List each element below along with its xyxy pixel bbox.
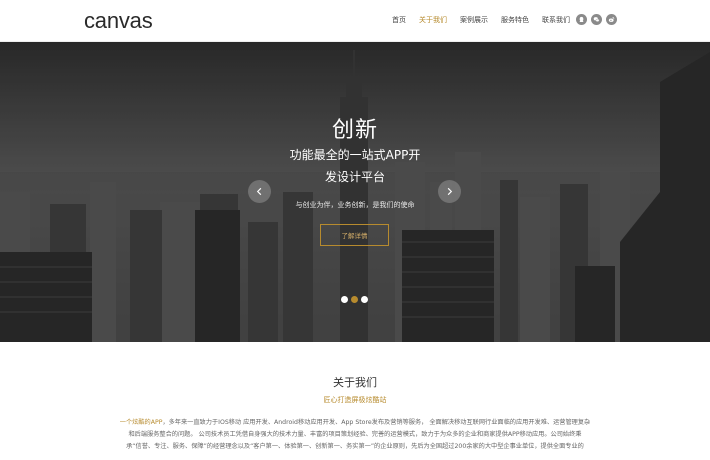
hero-content: 创新 功能最全的一站式APP开 发设计平台 与创业为伴，业务创新，是我们的使命 …	[0, 42, 710, 342]
nav-item-home[interactable]: 首页	[392, 14, 406, 26]
slide-dot-2[interactable]	[351, 296, 358, 303]
next-slide-button[interactable]	[438, 180, 461, 203]
nav-item-contact[interactable]: 联系我们	[542, 14, 570, 26]
about-section: 关于我们 匠心打造屏极炫酷站 一个炫酷的APP，多年来一直致力于IOS移动 应用…	[0, 342, 710, 460]
slide-indicators	[341, 296, 371, 303]
chevron-left-icon	[256, 187, 262, 196]
about-line-1-text: ，多年来一直致力于IOS移动 应用开发、Android移动应用开发、App St…	[162, 419, 591, 426]
nav-item-cases[interactable]: 案例展示	[460, 14, 488, 26]
about-description: 一个炫酷的APP，多年来一直致力于IOS移动 应用开发、Android移动应用开…	[112, 417, 598, 453]
learn-more-button[interactable]: 了解详情	[320, 224, 389, 246]
site-logo[interactable]: canvas	[84, 8, 153, 34]
main-nav: 首页 关于我们 案例展示 服务特色 联系我们	[392, 14, 583, 26]
social-links	[576, 14, 621, 25]
prev-slide-button[interactable]	[248, 180, 271, 203]
page: canvas 首页 关于我们 案例展示 服务特色 联系我们 创新 功能最全的一站…	[0, 0, 710, 460]
about-highlight: 一个炫酷的APP	[119, 419, 163, 426]
hero-subtitle-line2: 发设计平台	[324, 170, 385, 184]
nav-item-about[interactable]: 关于我们	[419, 14, 447, 26]
hero-subtitle-line1: 功能最全的一站式APP开	[289, 148, 421, 162]
chevron-right-icon	[447, 187, 453, 196]
slide-dot-3[interactable]	[361, 296, 368, 303]
site-header: canvas 首页 关于我们 案例展示 服务特色 联系我们	[0, 0, 710, 42]
about-title: 关于我们	[333, 376, 377, 389]
hero-tagline: 与创业为伴，业务创新，是我们的使命	[295, 201, 415, 209]
hero-banner: 创新 功能最全的一站式APP开 发设计平台 与创业为伴，业务创新，是我们的使命 …	[0, 42, 710, 342]
about-line-2: 和后端服务整合的问题。 公司技术员工凭借自身强大的技术力量、丰富的项目策划经验、…	[128, 431, 582, 438]
nav-item-services[interactable]: 服务特色	[501, 14, 529, 26]
wechat-icon[interactable]	[591, 14, 602, 25]
about-subtitle: 匠心打造屏极炫酷站	[323, 396, 387, 404]
weibo-icon[interactable]	[606, 14, 617, 25]
about-line-3: 承“信誉、专注、服务、保障”的经营理念以及“客户第一、体验第一、创新第一、务实第…	[126, 443, 584, 450]
slide-dot-1[interactable]	[341, 296, 348, 303]
qq-icon[interactable]	[576, 14, 587, 25]
about-line-1: 一个炫酷的APP，多年来一直致力于IOS移动 应用开发、Android移动应用开…	[112, 417, 598, 429]
hero-title: 创新	[331, 118, 378, 143]
